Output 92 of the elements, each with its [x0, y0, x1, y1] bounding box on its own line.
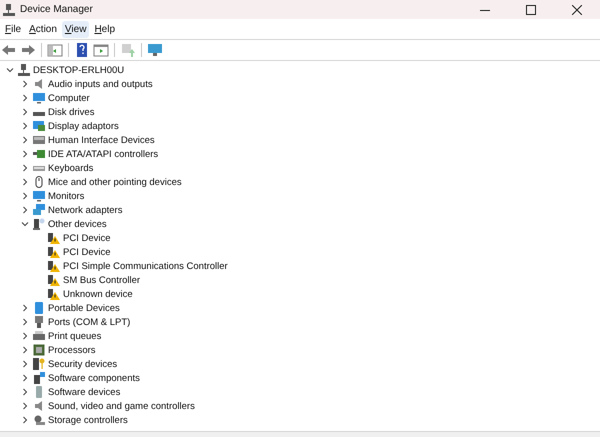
- tree-item[interactable]: DESKTOP-ERLH00U: [33, 64, 124, 76]
- expand-chevron-icon[interactable]: [21, 416, 29, 424]
- tree-item[interactable]: Unknown device: [63, 288, 133, 300]
- expand-chevron-icon[interactable]: [21, 80, 29, 88]
- keyboard-device-icon: [33, 134, 45, 146]
- toolbar-button[interactable]: [147, 42, 163, 58]
- expand-chevron-icon[interactable]: [21, 136, 29, 144]
- toolbar-button[interactable]: [20, 42, 36, 58]
- tree-item[interactable]: Processors: [48, 344, 96, 356]
- tree-item[interactable]: Audio inputs and outputs: [48, 78, 153, 90]
- monitor-icon: [33, 190, 45, 202]
- storage-controller-icon: [33, 414, 45, 426]
- expand-chevron-icon[interactable]: [21, 318, 29, 326]
- expand-chevron-icon[interactable]: [21, 346, 29, 354]
- expand-chevron-icon[interactable]: [21, 332, 29, 340]
- tree-item[interactable]: PCI Simple Communications Controller: [63, 260, 228, 272]
- warning-device-icon: [48, 274, 60, 286]
- tree-item[interactable]: Disk drives: [48, 106, 94, 118]
- window-title: Device Manager: [20, 4, 94, 15]
- expand-chevron-icon[interactable]: [21, 108, 29, 116]
- tree-item[interactable]: Computer: [48, 92, 90, 104]
- collapse-chevron-icon[interactable]: [6, 66, 14, 74]
- expand-chevron-icon[interactable]: [21, 402, 29, 410]
- expand-chevron-icon[interactable]: [21, 374, 29, 382]
- help-icon: [74, 42, 90, 58]
- expand-chevron-icon[interactable]: [21, 164, 29, 172]
- tree-item[interactable]: Other devices: [48, 218, 107, 230]
- mouse-icon: [33, 176, 45, 188]
- app-icon: [3, 4, 15, 16]
- menu-item[interactable]: File: [2, 20, 24, 38]
- forward-arrow-icon: [20, 42, 36, 58]
- network-icon: [33, 204, 45, 216]
- tree-item[interactable]: Display adaptors: [48, 120, 119, 132]
- collapse-chevron-icon[interactable]: [21, 220, 29, 228]
- expand-chevron-icon[interactable]: [21, 122, 29, 130]
- speaker-icon: [33, 400, 45, 412]
- processor-icon: [33, 344, 45, 356]
- expand-chevron-icon[interactable]: [21, 304, 29, 312]
- console-tree-icon: [47, 42, 63, 58]
- tree-item[interactable]: PCI Device: [63, 232, 111, 244]
- properties-panel-icon: [93, 42, 109, 58]
- monitor-scan-icon: [147, 42, 163, 58]
- speaker-icon: [33, 78, 45, 90]
- tree-item[interactable]: IDE ATA/ATAPI controllers: [48, 148, 158, 160]
- display-adapter-icon: [33, 120, 45, 132]
- tree-item[interactable]: Storage controllers: [48, 414, 128, 426]
- tree-item[interactable]: Mice and other pointing devices: [48, 176, 182, 188]
- warning-device-icon: [48, 246, 60, 258]
- tree-item[interactable]: Software components: [48, 372, 140, 384]
- tree-item[interactable]: Human Interface Devices: [48, 134, 155, 146]
- expand-chevron-icon[interactable]: [21, 94, 29, 102]
- portable-device-icon: [33, 302, 45, 314]
- monitor-icon: [33, 92, 45, 104]
- printer-icon: [33, 330, 45, 342]
- toolbar-button[interactable]: [93, 42, 109, 58]
- toolbar-button[interactable]: [74, 42, 90, 58]
- update-driver-icon: [120, 42, 136, 58]
- warning-device-icon: [48, 288, 60, 300]
- close-icon: [572, 4, 582, 14]
- toolbar-button[interactable]: [47, 42, 63, 58]
- port-icon: [33, 316, 45, 328]
- tree-item[interactable]: Software devices: [48, 386, 120, 398]
- tree-item[interactable]: Keyboards: [48, 162, 94, 174]
- tree-item[interactable]: SM Bus Controller: [63, 274, 140, 286]
- tree-item[interactable]: PCI Device: [63, 246, 111, 258]
- expand-chevron-icon[interactable]: [21, 388, 29, 396]
- menu-item[interactable]: Action: [26, 20, 60, 38]
- back-arrow-icon: [1, 42, 17, 58]
- maximize-icon: [526, 4, 536, 14]
- unknown-device-icon: [33, 218, 45, 230]
- security-device-icon: [33, 358, 45, 370]
- computer-icon: [18, 64, 30, 76]
- software-component-icon: [33, 372, 45, 384]
- software-device-icon: [33, 386, 45, 398]
- expand-chevron-icon[interactable]: [21, 150, 29, 158]
- warning-device-icon: [48, 260, 60, 272]
- tree-item[interactable]: Security devices: [48, 358, 118, 370]
- toolbar-button[interactable]: [1, 42, 17, 58]
- menu-item[interactable]: Help: [91, 20, 118, 38]
- tree-item[interactable]: Network adapters: [48, 204, 122, 216]
- warning-device-icon: [48, 232, 60, 244]
- tree-item[interactable]: Ports (COM & LPT): [48, 316, 130, 328]
- expand-chevron-icon[interactable]: [21, 206, 29, 214]
- expand-chevron-icon[interactable]: [21, 178, 29, 186]
- tree-item[interactable]: Monitors: [48, 190, 84, 202]
- menu-item[interactable]: View: [62, 20, 90, 38]
- tree-item[interactable]: Portable Devices: [48, 302, 120, 314]
- tree-item[interactable]: Print queues: [48, 330, 102, 342]
- expand-chevron-icon[interactable]: [21, 360, 29, 368]
- circuit-card-icon: [33, 148, 45, 160]
- tree-item[interactable]: Sound, video and game controllers: [48, 400, 195, 412]
- expand-chevron-icon[interactable]: [21, 192, 29, 200]
